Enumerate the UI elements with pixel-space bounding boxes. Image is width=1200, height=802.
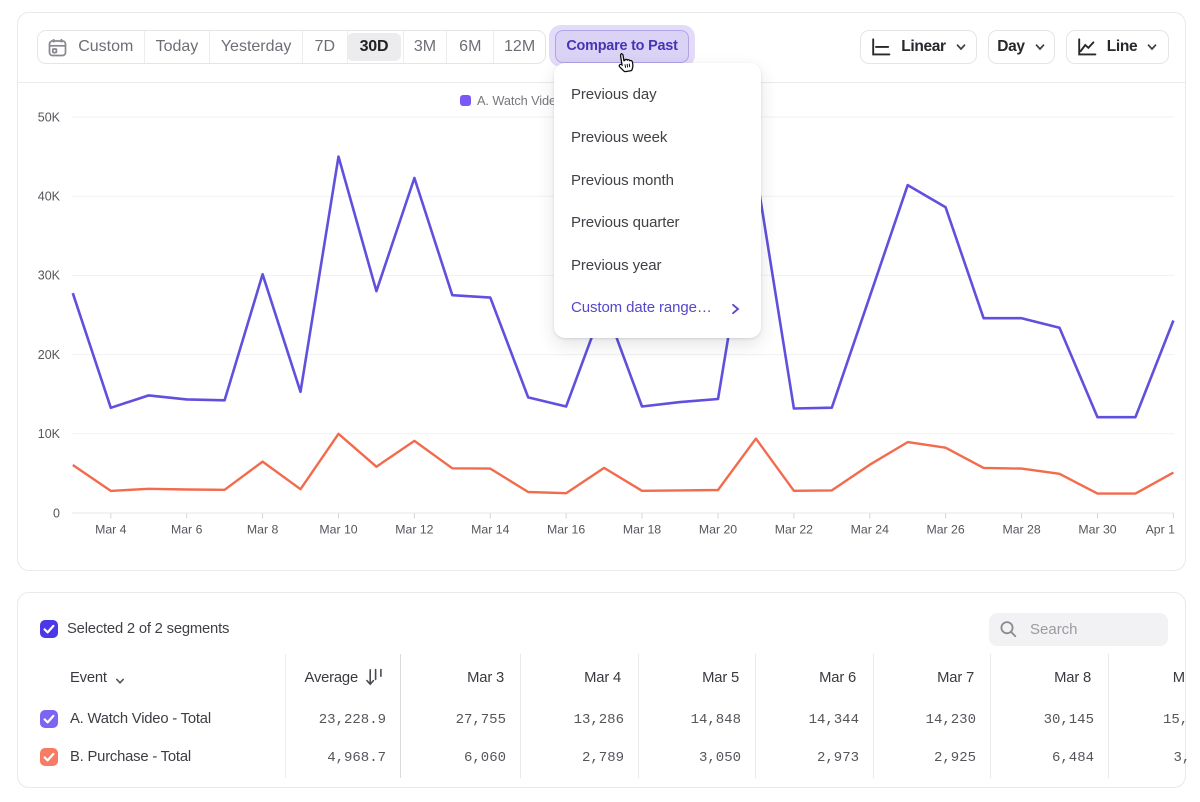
svg-text:Mar 20: Mar 20 [699, 523, 737, 537]
svg-text:Mar 8: Mar 8 [247, 523, 279, 537]
svg-text:Mar 10: Mar 10 [319, 523, 357, 537]
svg-text:Mar 16: Mar 16 [547, 523, 585, 537]
svg-text:Mar 24: Mar 24 [851, 523, 889, 537]
svg-text:Mar 26: Mar 26 [926, 523, 964, 537]
svg-text:0: 0 [53, 506, 60, 520]
svg-text:Mar 4: Mar 4 [95, 523, 127, 537]
svg-text:50K: 50K [38, 110, 61, 124]
svg-text:20K: 20K [38, 348, 61, 362]
svg-text:Mar 12: Mar 12 [395, 523, 433, 537]
svg-text:Mar 28: Mar 28 [1002, 523, 1040, 537]
svg-text:Mar 18: Mar 18 [623, 523, 661, 537]
svg-text:Mar 30: Mar 30 [1078, 523, 1116, 537]
svg-text:Apr 1: Apr 1 [1146, 523, 1176, 537]
svg-text:Mar 6: Mar 6 [171, 523, 203, 537]
svg-text:10K: 10K [38, 427, 61, 441]
svg-text:Mar 14: Mar 14 [471, 523, 509, 537]
svg-text:30K: 30K [38, 269, 61, 283]
svg-text:40K: 40K [38, 190, 61, 204]
svg-text:Mar 22: Mar 22 [775, 523, 813, 537]
